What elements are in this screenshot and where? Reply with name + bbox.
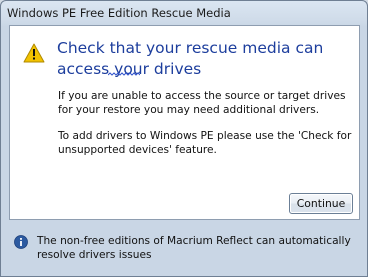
- dialog-heading: Check that your rescue media can access …: [57, 39, 324, 78]
- title-bar[interactable]: Windows PE Free Edition Rescue Media: [7, 6, 359, 24]
- spellcheck-underline: [108, 72, 140, 76]
- footer-note: The non-free editions of Macrium Reflect…: [37, 235, 351, 261]
- dialog-window: Windows PE Free Edition Rescue Media Che…: [0, 0, 368, 277]
- info-paragraph-add-drivers: To add drivers to Windows PE please use …: [58, 130, 352, 156]
- footer-bar: The non-free editions of Macrium Reflect…: [1, 221, 367, 276]
- info-paragraph-drivers: If you are unable to access the source o…: [58, 90, 346, 116]
- window-title: Windows PE Free Edition Rescue Media: [7, 6, 231, 20]
- dialog-content-panel: Check that your rescue media can access …: [9, 25, 360, 220]
- warning-icon: [23, 43, 45, 63]
- continue-button[interactable]: Continue: [289, 193, 353, 214]
- info-icon: [14, 235, 28, 249]
